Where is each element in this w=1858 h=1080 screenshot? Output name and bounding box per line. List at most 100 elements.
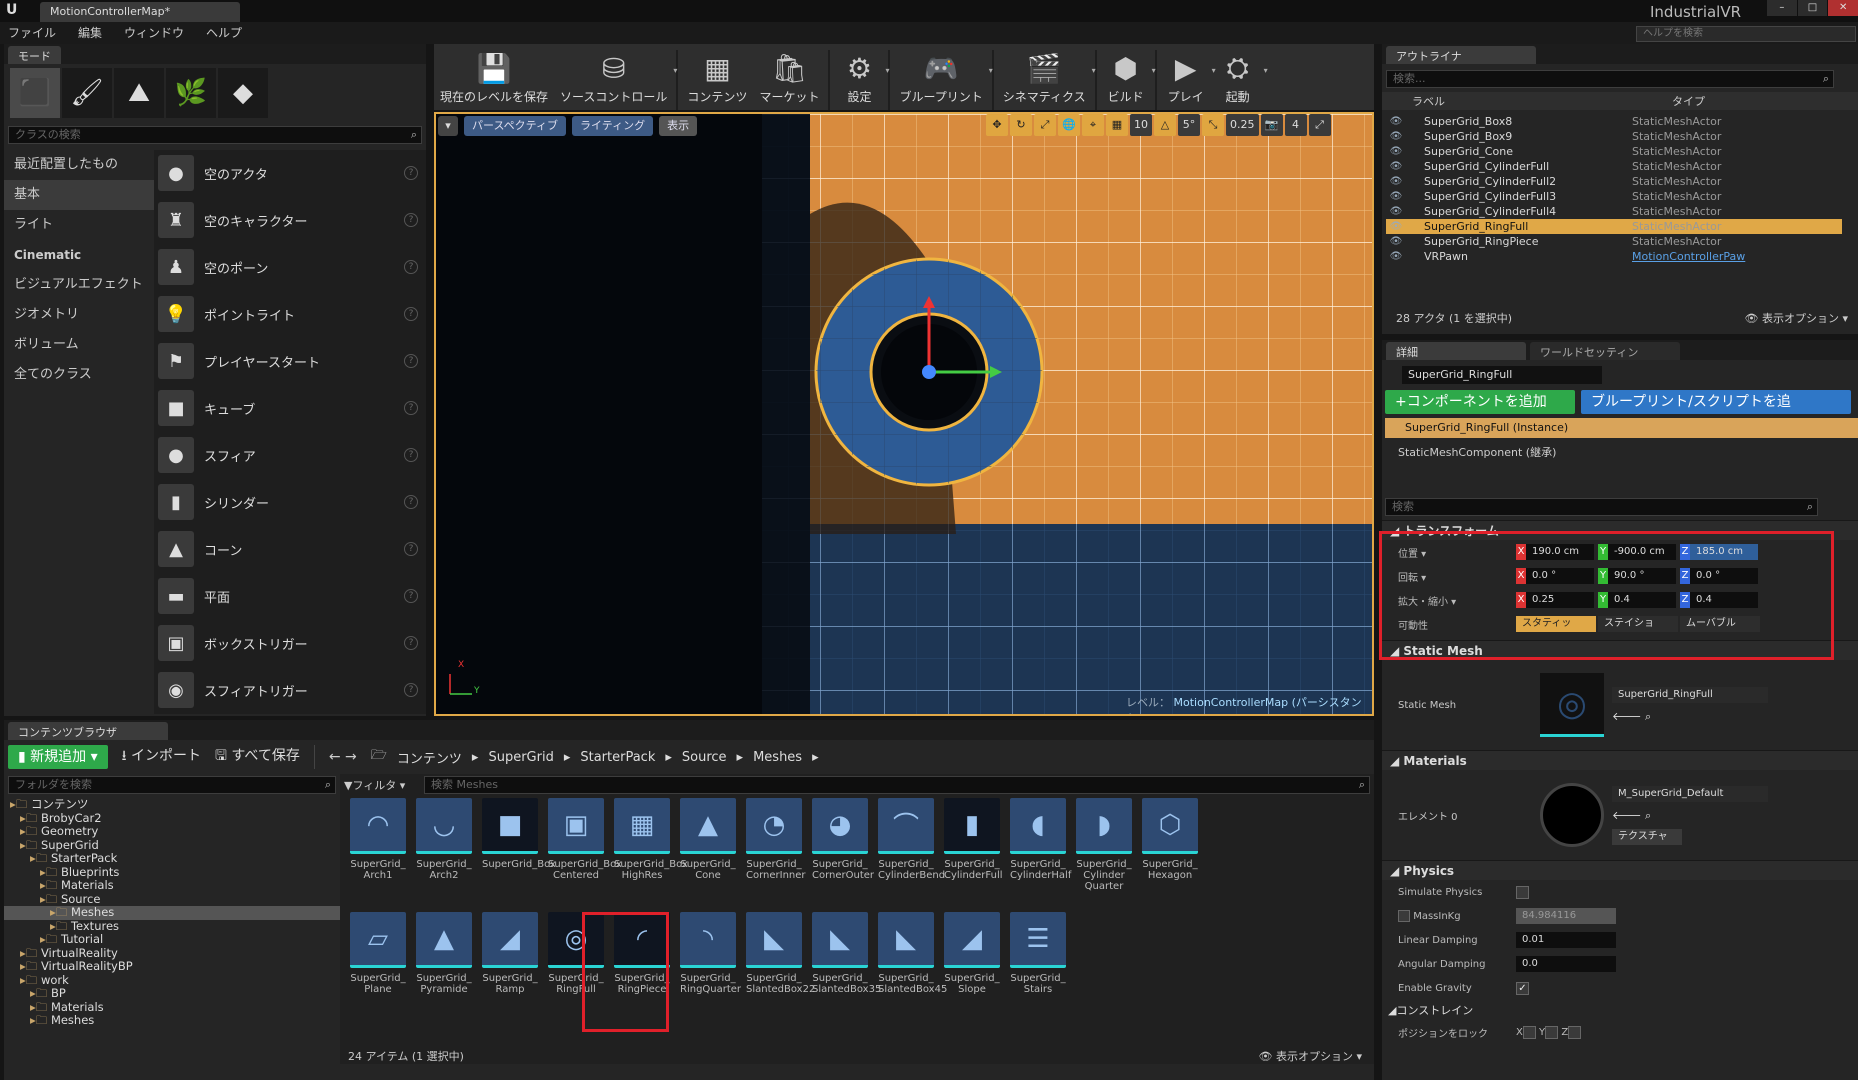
material-dropdown[interactable]: M_SuperGrid_Default <box>1612 785 1768 802</box>
component-instance-row[interactable]: SuperGrid_RingFull (Instance) <box>1385 418 1858 438</box>
category-volumes[interactable]: ボリューム <box>4 330 154 360</box>
lock-y-checkbox[interactable] <box>1545 1025 1559 1039</box>
show-button[interactable]: 表示 <box>659 116 698 136</box>
tree-folder[interactable]: ▸🗀 Blueprints <box>4 865 340 880</box>
visibility-eye-icon[interactable]: 👁 <box>1386 116 1406 127</box>
rotate-icon[interactable]: ↻ <box>1010 114 1032 136</box>
toolbar-button[interactable]: 🎬 シネマティクス ▾ <box>1003 50 1096 105</box>
column-type[interactable]: タイプ <box>1672 93 1705 109</box>
physics-header[interactable]: ◢ Physics <box>1382 860 1858 880</box>
tree-folder[interactable]: ▸🗀 Textures <box>4 919 340 934</box>
scale-snap-value[interactable]: 0.25 <box>1226 114 1259 136</box>
tree-folder[interactable]: ▸🗀 Source <box>4 892 340 907</box>
place-item[interactable]: ■ キューブ? <box>154 385 426 432</box>
help-icon[interactable]: ? <box>404 589 418 603</box>
menu-file[interactable]: ファイル <box>8 22 56 44</box>
outliner-row[interactable]: 👁 VRPawn MotionControllerPaw <box>1386 249 1842 264</box>
tree-folder[interactable]: ▸🗀 Meshes <box>4 905 340 920</box>
breadcrumb-item[interactable]: Meshes <box>753 750 802 765</box>
minimize-icon[interactable]: – <box>1767 0 1797 16</box>
details-search-input[interactable]: 検索 ⌕ <box>1385 498 1818 516</box>
breadcrumb-item[interactable]: コンテンツ <box>397 748 462 767</box>
category-vfx[interactable]: ビジュアルエフェクト <box>4 270 154 300</box>
help-icon[interactable]: ? <box>404 260 418 274</box>
help-icon[interactable]: ? <box>404 213 418 227</box>
rotation-snap-value[interactable]: 5° <box>1178 114 1200 136</box>
help-icon[interactable]: ? <box>404 307 418 321</box>
texture-dropdown[interactable]: テクスチャ <box>1612 828 1682 845</box>
level-tab[interactable]: MotionControllerMap* <box>40 2 240 22</box>
asset-tile[interactable]: ☰ SuperGrid_ Stairs <box>1010 912 1066 995</box>
visibility-eye-icon[interactable]: 👁 <box>1386 161 1406 172</box>
scale-snap-icon[interactable]: ⤡ <box>1202 114 1224 136</box>
asset-tile[interactable]: ◣ SuperGrid_ SlantedBox22 <box>746 912 815 995</box>
outliner-view-options[interactable]: 👁 表示オプション ▾ <box>1745 310 1849 326</box>
place-item[interactable]: ▮ シリンダー? <box>154 479 426 526</box>
mesh-thumbnail[interactable]: ◎ <box>1540 673 1604 737</box>
menu-help[interactable]: ヘルプ <box>206 22 242 44</box>
grid-snap-icon[interactable]: ▦ <box>1106 114 1128 136</box>
visibility-eye-icon[interactable]: 👁 <box>1386 221 1406 232</box>
category-lights[interactable]: ライト <box>4 210 154 240</box>
lock-x-checkbox[interactable] <box>1522 1025 1536 1039</box>
toolbar-button[interactable]: ⛭ 起動 ▾ <box>1218 50 1268 105</box>
asset-tile[interactable]: ⬡ SuperGrid_ Hexagon <box>1142 798 1198 881</box>
toolbar-button[interactable]: ▶ プレイ ▾ <box>1166 50 1216 105</box>
static-mesh-dropdown[interactable]: SuperGrid_RingFull <box>1612 686 1768 703</box>
place-item[interactable]: ▣ ボックストリガー? <box>154 620 426 667</box>
translate-icon[interactable]: ✥ <box>986 114 1008 136</box>
asset-tile[interactable]: ◢ SuperGrid_ Ramp <box>482 912 538 995</box>
tree-folder[interactable]: ▸🗀 StarterPack <box>4 851 340 866</box>
tree-folder[interactable]: ▸🗀 work <box>4 973 340 988</box>
tab-details[interactable]: 詳細 <box>1386 342 1526 360</box>
toolbar-button[interactable]: ⛁ ソースコントロール ▾ <box>560 50 677 105</box>
place-item[interactable]: ● スフィア? <box>154 432 426 479</box>
save-all-button[interactable]: 🖫 すべて保存 <box>215 745 300 769</box>
column-label[interactable]: ラベル <box>1382 93 1672 109</box>
simulate-physics-checkbox[interactable] <box>1516 885 1529 899</box>
visibility-eye-icon[interactable]: 👁 <box>1386 236 1406 247</box>
import-button[interactable]: ⭳ インポート <box>122 745 201 769</box>
category-basic[interactable]: 基本 <box>4 180 154 210</box>
add-component-button[interactable]: +コンポーネントを追加 <box>1385 390 1575 414</box>
lock-z-checkbox[interactable] <box>1568 1025 1582 1039</box>
materials-header[interactable]: ◢ Materials <box>1382 750 1858 770</box>
outliner-row[interactable]: 👁 SuperGrid_CylinderFull4 StaticMeshActor <box>1386 204 1842 219</box>
toolbar-button[interactable]: ⬢ ビルド ▾ <box>1106 50 1156 105</box>
perspective-button[interactable]: パースペクティブ <box>464 116 567 136</box>
history-nav[interactable]: ← → <box>329 749 357 765</box>
asset-tile[interactable]: ◔ SuperGrid_ CornerInner <box>746 798 806 881</box>
camera-speed-icon[interactable]: 📷 <box>1260 114 1283 136</box>
asset-view-options[interactable]: 👁 表示オプション ▾ <box>1259 1048 1363 1064</box>
visibility-eye-icon[interactable]: 👁 <box>1386 251 1406 262</box>
world-icon[interactable]: 🌐 <box>1058 114 1080 136</box>
tab-content-browser[interactable]: コンテンツブラウザ <box>8 722 168 740</box>
close-icon[interactable]: ✕ <box>1828 0 1858 16</box>
asset-tile[interactable]: ◢ SuperGrid_ Slope <box>944 912 1000 995</box>
asset-tile[interactable]: ▲ SuperGrid_ Pyramide <box>416 912 472 995</box>
place-item[interactable]: ◉ スフィアトリガー? <box>154 667 426 714</box>
help-icon[interactable]: ? <box>404 683 418 697</box>
menu-edit[interactable]: 編集 <box>78 22 102 44</box>
constraints-header[interactable]: ◢ コンストレイン <box>1382 1000 1858 1020</box>
grid-size[interactable]: 10 <box>1130 114 1152 136</box>
help-icon[interactable]: ? <box>404 542 418 556</box>
landscape-mode-icon[interactable]: ⛰ <box>114 68 164 118</box>
visibility-eye-icon[interactable]: 👁 <box>1386 146 1406 157</box>
menu-window[interactable]: ウィンドウ <box>124 22 184 44</box>
visibility-eye-icon[interactable]: 👁 <box>1386 191 1406 202</box>
mesh-browse-icons[interactable]: 🡐 ⌕ <box>1612 709 1768 724</box>
filter-button[interactable]: ▼フィルタ ▾ <box>344 777 418 793</box>
outliner-row[interactable]: 👁 SuperGrid_Box8 StaticMeshActor <box>1386 114 1842 129</box>
class-search-input[interactable]: クラスの検索 ⌕ <box>8 126 422 144</box>
tree-folder[interactable]: ▸🗀 Materials <box>4 1000 340 1015</box>
tree-folder[interactable]: ▸🗀 コンテンツ <box>4 797 340 812</box>
foliage-mode-icon[interactable]: 🌿 <box>166 68 216 118</box>
asset-search-input[interactable]: 検索 Meshes ⌕ <box>424 776 1370 794</box>
outliner-row[interactable]: 👁 SuperGrid_CylinderFull3 StaticMeshActor <box>1386 189 1842 204</box>
folder-search-input[interactable]: フォルダを検索 ⌕ <box>8 776 336 794</box>
place-item[interactable]: ● 空のアクタ? <box>154 150 426 197</box>
tab-world-settings[interactable]: ワールドセッティン <box>1530 342 1680 360</box>
outliner-search-input[interactable]: 検索... ⌕ <box>1386 70 1834 88</box>
toolbar-button[interactable]: ⚙ 設定 ▾ <box>839 50 890 105</box>
